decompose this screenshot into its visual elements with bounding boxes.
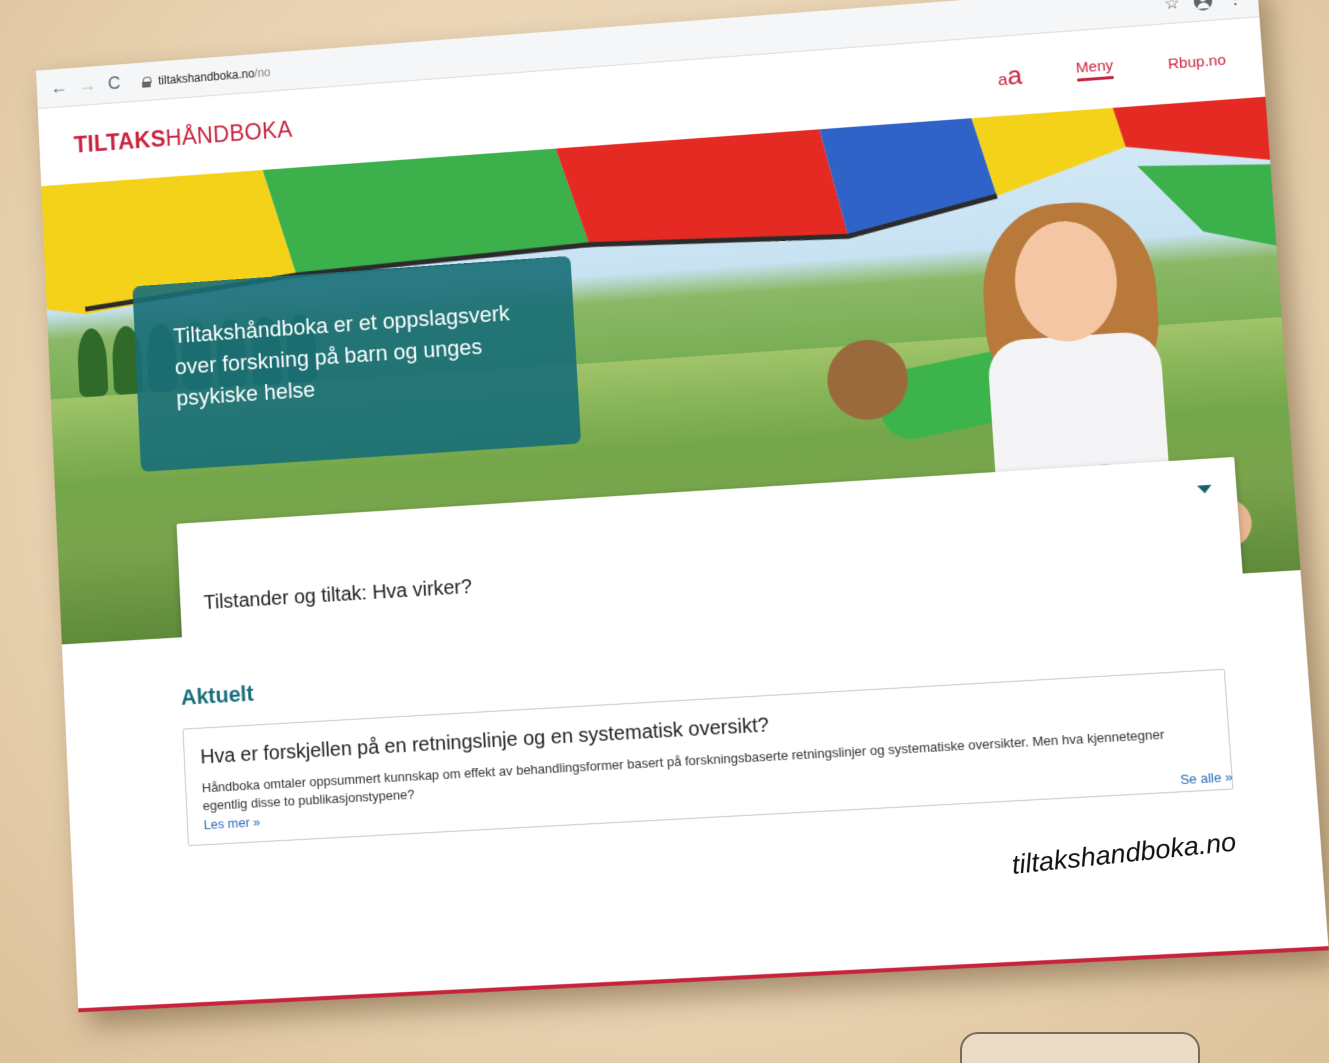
url-domain: tiltakshandboka.no bbox=[157, 66, 255, 87]
see-all-link[interactable]: Se alle » bbox=[1180, 769, 1233, 787]
forward-icon[interactable]: → bbox=[78, 75, 96, 96]
logo-bold: TILTAKS bbox=[73, 125, 167, 158]
menu-button[interactable]: Meny bbox=[1075, 57, 1115, 82]
rbup-link[interactable]: Rbup.no bbox=[1167, 51, 1226, 72]
tagline-text: Tiltakshåndboka er et oppslagsverk over … bbox=[172, 300, 511, 411]
hero-banner: Tiltakshåndboka er et oppslagsverk over … bbox=[41, 96, 1301, 645]
bookmark-star-icon[interactable]: ☆ bbox=[1163, 0, 1180, 14]
back-icon[interactable]: ← bbox=[50, 77, 68, 98]
font-size-large: a bbox=[1006, 59, 1023, 91]
lock-icon bbox=[142, 76, 151, 86]
reload-icon[interactable]: C bbox=[107, 73, 121, 94]
site-logo[interactable]: TILTAKSHÅNDBOKA bbox=[73, 116, 293, 158]
font-size-toggle[interactable]: aa bbox=[997, 59, 1023, 91]
logo-light: HÅNDBOKA bbox=[164, 115, 293, 151]
url-path: /no bbox=[254, 64, 271, 80]
tagline-box: Tiltakshåndboka er et oppslagsverk over … bbox=[132, 255, 582, 472]
address-bar[interactable]: tiltakshandboka.no/no bbox=[142, 65, 271, 88]
more-menu-icon[interactable]: ⋮ bbox=[1226, 0, 1245, 9]
decorative-sticker bbox=[960, 1032, 1200, 1063]
chevron-down-icon[interactable] bbox=[1197, 484, 1213, 494]
conditions-select-label: Tilstander og tiltak: Hva virker? bbox=[203, 575, 473, 615]
account-icon[interactable] bbox=[1193, 0, 1213, 11]
